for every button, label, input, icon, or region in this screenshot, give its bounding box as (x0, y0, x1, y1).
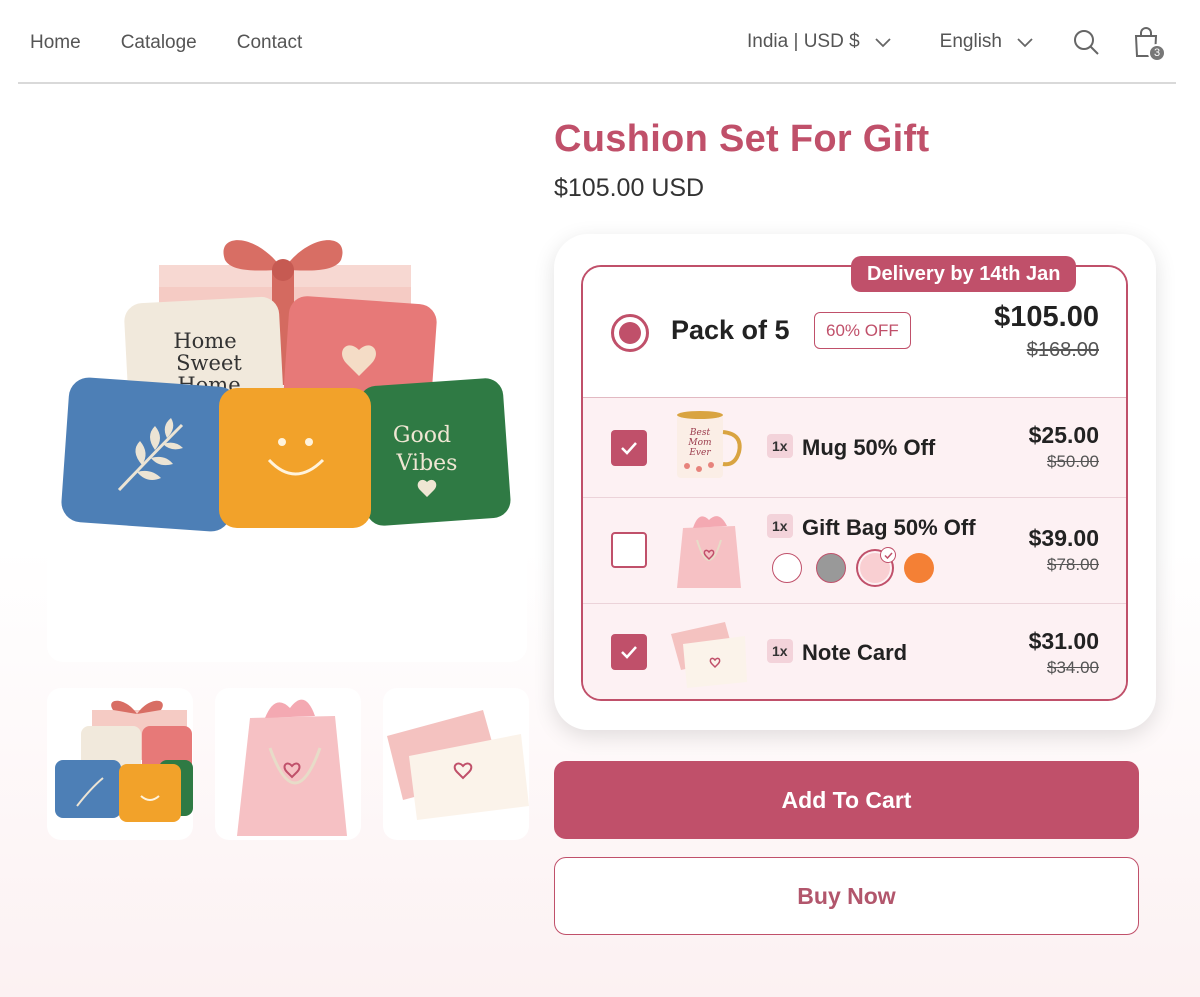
bundle-offer-card: Delivery by 14th Jan Pack of 5 60% OFF $… (554, 234, 1156, 730)
buy-now-button[interactable]: Buy Now (554, 857, 1139, 935)
mug-text: Best (689, 428, 711, 438)
svg-text:Sweet: Sweet (176, 351, 242, 375)
add-to-cart-button[interactable]: Add To Cart (554, 761, 1139, 839)
pack-radio[interactable] (611, 314, 649, 352)
swatch-gray[interactable] (816, 553, 846, 583)
gift-bag-checkbox[interactable] (611, 532, 647, 568)
gift-bag-color-swatches (772, 547, 934, 583)
product-main-image: Home Sweet Home Good Vibes (47, 120, 527, 662)
header-controls: India | USD $ English 3 (747, 24, 1176, 62)
cart-count-badge: 3 (1148, 44, 1166, 62)
pack-price: $105.00 (994, 301, 1099, 333)
nav-contact-link[interactable]: Contact (237, 32, 302, 54)
mug-quantity: 1x (767, 434, 793, 458)
language-selector[interactable]: English (940, 31, 1034, 53)
product-price: $105.00 USD (554, 174, 705, 202)
gift-bag-name: Gift Bag 50% Off (802, 515, 976, 540)
mug-name: Mug 50% Off (802, 435, 936, 460)
chevron-down-icon (875, 38, 891, 48)
thumbnail-strip (47, 688, 529, 840)
country-currency-selector[interactable]: India | USD $ (747, 31, 892, 53)
mug-price: $25.00 (1028, 422, 1099, 448)
pillow-text-home: Home (173, 329, 236, 353)
gift-bag-old-price: $78.00 (1047, 555, 1099, 574)
main-nav: Home Cataloge Contact (30, 32, 302, 54)
gift-bag-quantity: 1x (767, 514, 793, 538)
pillow-text-vibes: Good (393, 423, 451, 448)
mug-old-price: $50.00 (1047, 452, 1099, 471)
country-currency-label: India | USD $ (747, 31, 860, 52)
product-title: Cushion Set For Gift (554, 118, 930, 160)
swatch-white[interactable] (772, 553, 802, 583)
delivery-badge: Delivery by 14th Jan (851, 256, 1077, 292)
site-header: Home Cataloge Contact India | USD $ Engl… (18, 0, 1176, 84)
pack-old-price: $168.00 (1026, 339, 1099, 361)
addon-item-gift-bag: 1x Gift Bag 50% Off $39.00 $78.00 (583, 498, 1126, 604)
gift-bag-price: $39.00 (1028, 525, 1099, 551)
nav-home-link[interactable]: Home (30, 32, 81, 54)
discount-badge: 60% OFF (814, 312, 911, 349)
swatch-orange[interactable] (904, 553, 934, 583)
note-card-price: $31.00 (1028, 628, 1099, 654)
note-card-old-price: $34.00 (1047, 658, 1099, 677)
checkmark-icon (621, 646, 637, 659)
chevron-down-icon (1017, 38, 1033, 48)
svg-text:Mom: Mom (687, 438, 711, 448)
note-card-image (671, 622, 747, 688)
swatch-selected-check-icon (880, 547, 896, 563)
addon-item-mug: Best Mom Ever 1x Mug 50% Off $25.00 $50.… (583, 398, 1126, 498)
cart-button[interactable]: 3 (1130, 24, 1166, 62)
cushion-set-illustration: Home Sweet Home Good Vibes (61, 240, 511, 532)
bundle-box: Pack of 5 60% OFF $105.00 $168.00 Best M… (581, 265, 1128, 701)
gift-bag-image (677, 516, 741, 588)
checkmark-icon (621, 442, 637, 455)
search-button[interactable] (1070, 24, 1102, 60)
note-card-name: Note Card (802, 640, 908, 665)
nav-catalog-link[interactable]: Cataloge (121, 32, 197, 54)
search-icon (1074, 30, 1099, 55)
language-label: English (939, 31, 1002, 52)
addon-item-note-card: 1x Note Card $31.00 $34.00 (583, 604, 1126, 699)
note-card-quantity: 1x (767, 639, 793, 663)
svg-text:Vibes: Vibes (396, 451, 458, 476)
thumbnail-gift-bag[interactable] (215, 688, 361, 840)
swatch-pink[interactable] (860, 547, 896, 583)
mug-checkbox[interactable] (611, 430, 647, 466)
mug-image: Best Mom Ever (677, 411, 742, 478)
note-card-checkbox[interactable] (611, 634, 647, 670)
thumbnail-cushion-set[interactable] (47, 688, 193, 840)
thumbnail-note-card[interactable] (383, 688, 529, 840)
pack-label: Pack of 5 (671, 315, 790, 345)
svg-text:Ever: Ever (688, 448, 711, 458)
